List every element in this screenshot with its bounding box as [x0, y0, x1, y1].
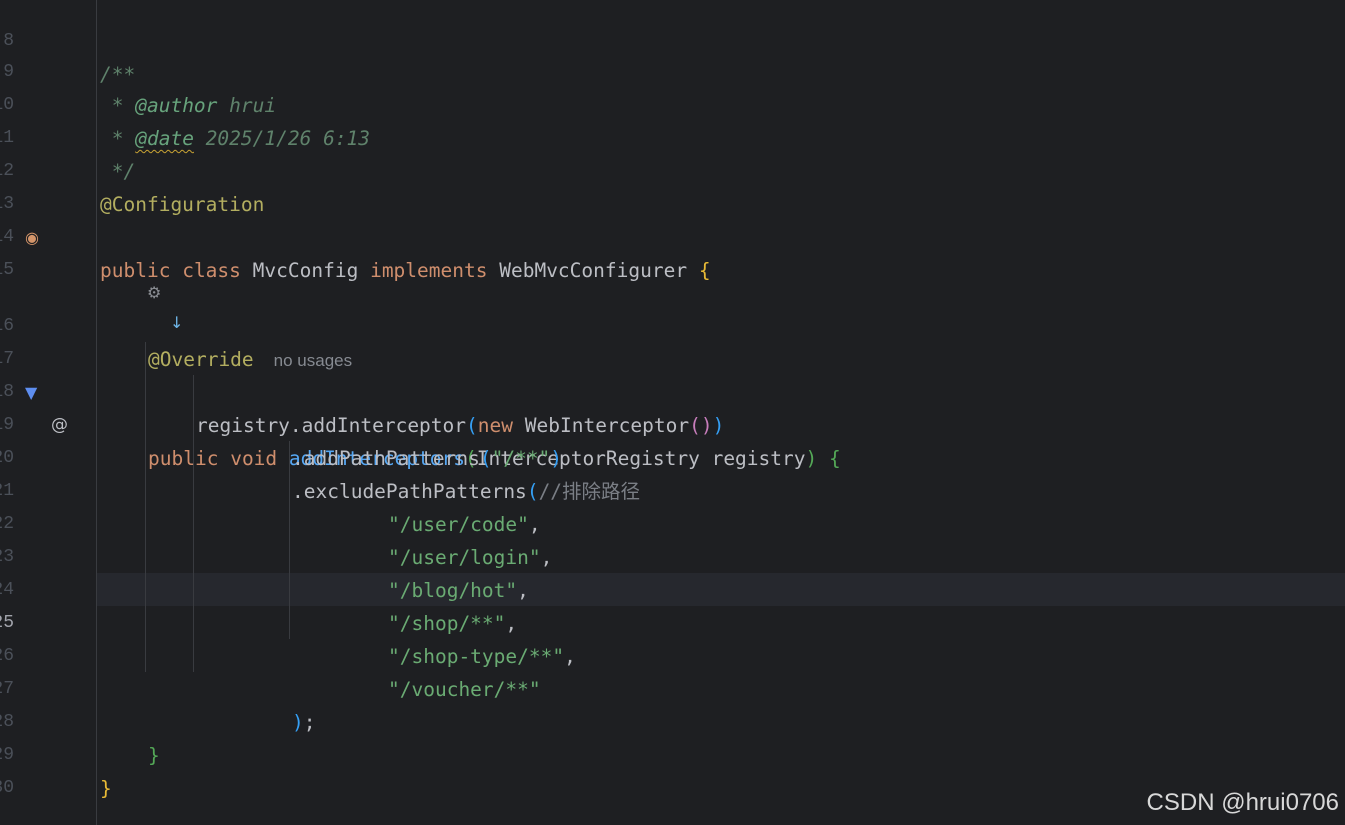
code-line[interactable]: 24 "/shop/**", [0, 541, 1345, 635]
code-line[interactable]: 30 [0, 739, 1345, 798]
code-line[interactable]: 23 "/blog/hot", [0, 508, 1345, 602]
code-line[interactable]: 17 ▼ @ public void addInterceptors(Inter… [0, 310, 1345, 470]
watermark: CSDN @hrui0706 [1146, 789, 1339, 816]
code-line[interactable]: 12 @Configuration [0, 122, 1345, 216]
code-line[interactable]: 11 */ [0, 89, 1345, 183]
brace: } [100, 777, 112, 800]
code-line[interactable]: 10 * @date 2025/1/26 6:13 [0, 56, 1345, 150]
code-line[interactable]: 20 .excludePathPatterns(//排除路径 [0, 409, 1345, 503]
code-line[interactable]: 19 .addPathPatterns("/**") [0, 376, 1345, 470]
code-line[interactable]: 13 ◉ public class MvcConfig implements W… [0, 155, 1345, 282]
code-line[interactable]: 27 ); [0, 640, 1345, 734]
code-line[interactable]: 21 "/user/code", [0, 442, 1345, 536]
line-number: 30 [0, 778, 14, 798]
code-line[interactable]: 16 @Overrideno usages [0, 277, 1345, 371]
code-line[interactable]: 14 [0, 188, 1345, 247]
code-line[interactable]: 22 "/user/login", [0, 475, 1345, 569]
code-line[interactable]: 29 } [0, 706, 1345, 800]
code-line[interactable]: 18 registry.addInterceptor(new WebInterc… [0, 343, 1345, 437]
code-line[interactable]: 9 * @author hrui [0, 23, 1345, 117]
code-line[interactable]: 8 /** [0, 0, 1345, 86]
code-line-active[interactable]: 25 "/shop-type/**", [0, 574, 1345, 668]
code-line[interactable]: 26 "/voucher/**" [0, 607, 1345, 701]
code-line[interactable]: 28 } [0, 673, 1345, 767]
inlay-row: ⚙ ↓ [0, 248, 1345, 332]
